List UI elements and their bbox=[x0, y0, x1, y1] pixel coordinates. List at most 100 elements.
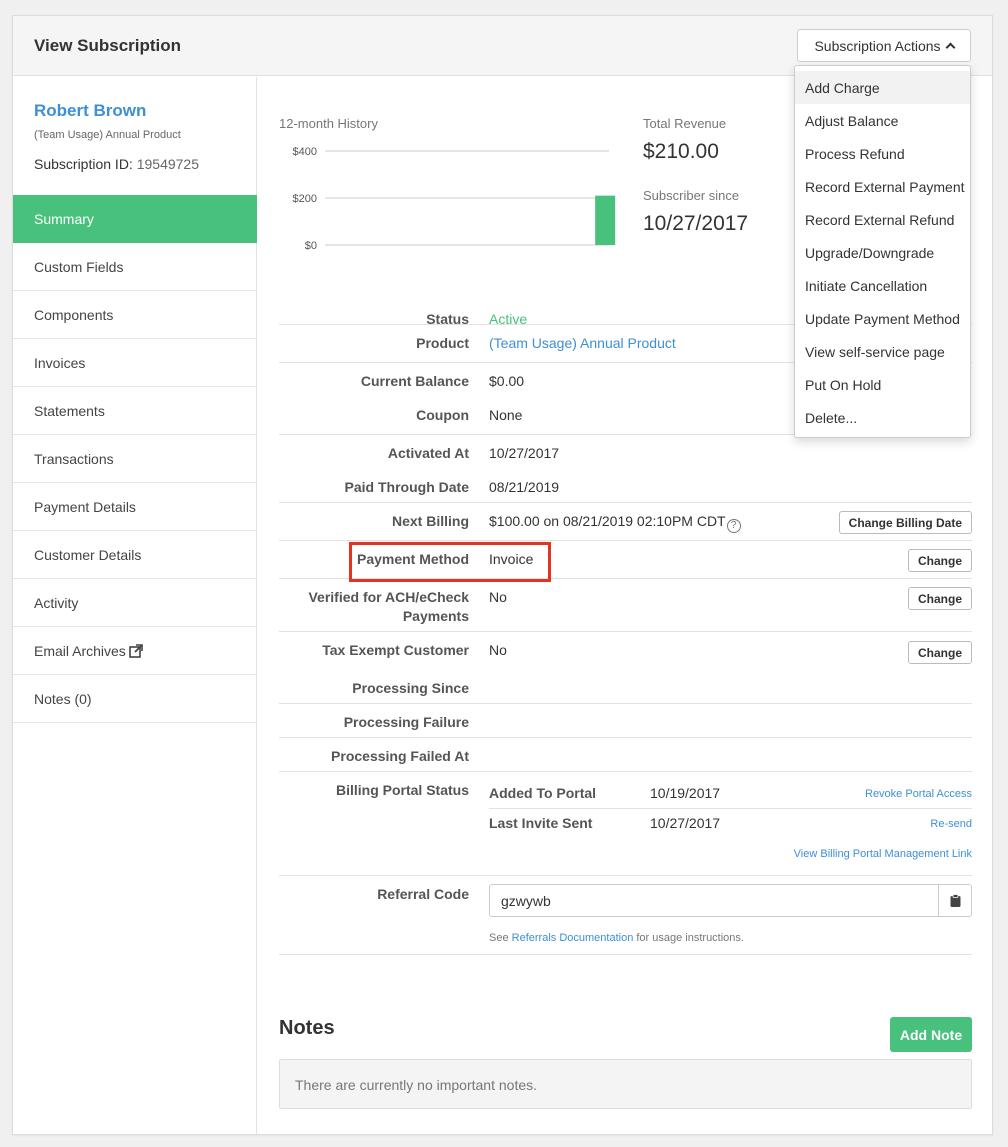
referral-note: See Referrals Documentation for usage in… bbox=[489, 932, 744, 944]
subscriber-since-label: Subscriber since bbox=[643, 188, 740, 203]
verified-ach-label-line1: Verified for ACH/eCheck bbox=[308, 589, 469, 605]
subscription-id: Subscription ID: 19549725 bbox=[34, 156, 199, 172]
menu-item-record-external-refund[interactable]: Record External Refund bbox=[795, 203, 970, 236]
next-billing-text: $100.00 on 08/21/2019 02:10PM CDT bbox=[489, 513, 726, 529]
sidebar-item-statements[interactable]: Statements bbox=[13, 387, 257, 435]
last-invite-sent-value: 10/27/2017 bbox=[650, 815, 721, 831]
external-link-icon bbox=[129, 643, 143, 658]
revoke-portal-access-link[interactable]: Revoke Portal Access bbox=[865, 788, 972, 800]
sidebar-item-label: Activity bbox=[34, 594, 79, 611]
sidebar-item-email-archives[interactable]: Email Archives bbox=[13, 627, 257, 675]
change-tax-exempt-button[interactable]: Change bbox=[907, 641, 972, 664]
processing-failed-at-label: Processing Failed At bbox=[331, 748, 469, 764]
sidebar-item-transactions[interactable]: Transactions bbox=[13, 435, 257, 483]
next-billing-value: $100.00 on 08/21/2019 02:10PM CDT? bbox=[489, 512, 741, 533]
sidebar-item-label: Custom Fields bbox=[34, 258, 124, 275]
current-balance-value: $0.00 bbox=[489, 373, 525, 389]
verified-ach-label-line2: Payments bbox=[402, 608, 469, 624]
subscription-id-label: Subscription ID: bbox=[34, 156, 133, 172]
last-invite-sent-label: Last Invite Sent bbox=[489, 815, 593, 831]
referral-note-post: for usage instructions. bbox=[633, 932, 744, 944]
row-activated-at: Activated At 10/27/2017 bbox=[279, 435, 972, 469]
change-billing-date-button[interactable]: Change Billing Date bbox=[838, 511, 972, 534]
product-link[interactable]: (Team Usage) Annual Product bbox=[489, 334, 676, 353]
customer-product: (Team Usage) Annual Product bbox=[34, 129, 181, 141]
chart-ytick-label: $400 bbox=[293, 146, 317, 158]
chart-bar bbox=[595, 195, 616, 245]
row-tax-exempt: Tax Exempt Customer No Change bbox=[279, 632, 972, 670]
sidebar-item-custom-fields[interactable]: Custom Fields bbox=[13, 243, 257, 291]
tax-exempt-label: Tax Exempt Customer bbox=[322, 642, 469, 658]
row-processing-failure: Processing Failure bbox=[279, 704, 972, 738]
referral-code-label: Referral Code bbox=[377, 886, 469, 902]
change-payment-method-button[interactable]: Change bbox=[907, 549, 972, 572]
menu-item-record-external-payment[interactable]: Record External Payment bbox=[795, 170, 970, 203]
customer-name-link[interactable]: Robert Brown bbox=[34, 101, 146, 121]
change-ach-button[interactable]: Change bbox=[907, 587, 972, 610]
help-icon[interactable]: ? bbox=[726, 518, 741, 533]
row-verified-ach: Verified for ACH/eCheck Payments No Chan… bbox=[279, 579, 972, 632]
subscription-actions-button[interactable]: Subscription Actions bbox=[797, 29, 971, 62]
notes-title: Notes bbox=[279, 1017, 335, 1039]
menu-item-initiate-cancellation[interactable]: Initiate Cancellation bbox=[795, 269, 970, 302]
added-to-portal-label: Added To Portal bbox=[489, 785, 597, 801]
page-title: View Subscription bbox=[34, 36, 182, 55]
subscription-actions-label: Subscription Actions bbox=[814, 37, 941, 54]
notes-box: There are currently no important notes. bbox=[279, 1059, 972, 1109]
sidebar-item-label: Statements bbox=[34, 402, 105, 419]
menu-item-process-refund[interactable]: Process Refund bbox=[795, 137, 970, 170]
clipboard-icon[interactable] bbox=[938, 885, 971, 916]
notes-empty-text: There are currently no important notes. bbox=[295, 1077, 538, 1093]
referral-note-pre: See bbox=[489, 932, 512, 944]
menu-item-adjust-balance[interactable]: Adjust Balance bbox=[795, 104, 970, 137]
billing-portal-management-link[interactable]: View Billing Portal Management Link bbox=[794, 848, 972, 860]
sidebar-nav: Summary Custom Fields Components Invoice… bbox=[13, 195, 257, 723]
referral-code-value: gzwywb bbox=[501, 893, 551, 909]
referrals-documentation-link[interactable]: Referrals Documentation bbox=[512, 932, 634, 944]
current-balance-label: Current Balance bbox=[360, 373, 469, 389]
total-revenue-value: $210.00 bbox=[643, 140, 719, 163]
next-billing-label: Next Billing bbox=[391, 513, 469, 529]
added-to-portal-value: 10/19/2017 bbox=[650, 785, 721, 801]
menu-item-update-payment-method[interactable]: Update Payment Method bbox=[795, 302, 970, 335]
sidebar-item-components[interactable]: Components bbox=[13, 291, 257, 339]
row-paid-through: Paid Through Date 08/21/2019 bbox=[279, 469, 972, 503]
sidebar-item-label: Customer Details bbox=[34, 546, 142, 563]
row-payment-method: Payment Method Invoice Change bbox=[279, 541, 972, 582]
add-note-button[interactable]: Add Note bbox=[890, 1017, 972, 1052]
sidebar-item-notes[interactable]: Notes (0) bbox=[13, 675, 257, 723]
row-billing-portal-status: Billing Portal Status Added To Portal 10… bbox=[279, 772, 972, 876]
row-next-billing: Next Billing $100.00 on 08/21/2019 02:10… bbox=[279, 503, 972, 541]
sidebar-item-label: Components bbox=[34, 306, 114, 323]
processing-failure-label: Processing Failure bbox=[343, 714, 469, 730]
sidebar-item-invoices[interactable]: Invoices bbox=[13, 339, 257, 387]
chart-ytick-label: $200 bbox=[293, 193, 317, 205]
menu-item-put-on-hold[interactable]: Put On Hold bbox=[795, 368, 970, 401]
payment-method-value: Invoice bbox=[489, 551, 534, 567]
menu-item-view-self-service-page[interactable]: View self-service page bbox=[795, 335, 970, 368]
sidebar-item-label: Payment Details bbox=[34, 498, 136, 515]
sidebar-item-label: Notes (0) bbox=[34, 690, 92, 707]
sidebar-item-summary[interactable]: Summary bbox=[13, 195, 257, 243]
menu-item-upgrade-downgrade[interactable]: Upgrade/Downgrade bbox=[795, 236, 970, 269]
menu-item-add-charge[interactable]: Add Charge bbox=[795, 71, 970, 104]
chevron-up-icon bbox=[945, 42, 955, 53]
activated-at-label: Activated At bbox=[387, 445, 469, 461]
history-label: 12-month History bbox=[279, 116, 378, 131]
menu-item-delete[interactable]: Delete... bbox=[795, 401, 970, 434]
referral-code-field[interactable]: gzwywb bbox=[489, 884, 972, 917]
sidebar: Robert Brown (Team Usage) Annual Product… bbox=[13, 77, 257, 1134]
sidebar-item-customer-details[interactable]: Customer Details bbox=[13, 531, 257, 579]
subscriber-since-value: 10/27/2017 bbox=[643, 212, 749, 235]
sidebar-item-payment-details[interactable]: Payment Details bbox=[13, 483, 257, 531]
verified-ach-label: Verified for ACH/eCheck Payments bbox=[279, 588, 469, 626]
history-chart: $0 $200 $400 bbox=[293, 146, 616, 252]
resend-link[interactable]: Re-send bbox=[930, 818, 972, 830]
coupon-label: Coupon bbox=[416, 407, 469, 423]
total-revenue-label: Total Revenue bbox=[643, 116, 727, 131]
sidebar-item-activity[interactable]: Activity bbox=[13, 579, 257, 627]
row-referral-code: Referral Code gzwywb See Referrals Docum… bbox=[279, 876, 972, 955]
sidebar-item-label: Summary bbox=[34, 211, 94, 227]
chart-ytick-label: $0 bbox=[305, 240, 317, 252]
sidebar-item-label: Transactions bbox=[34, 450, 114, 467]
